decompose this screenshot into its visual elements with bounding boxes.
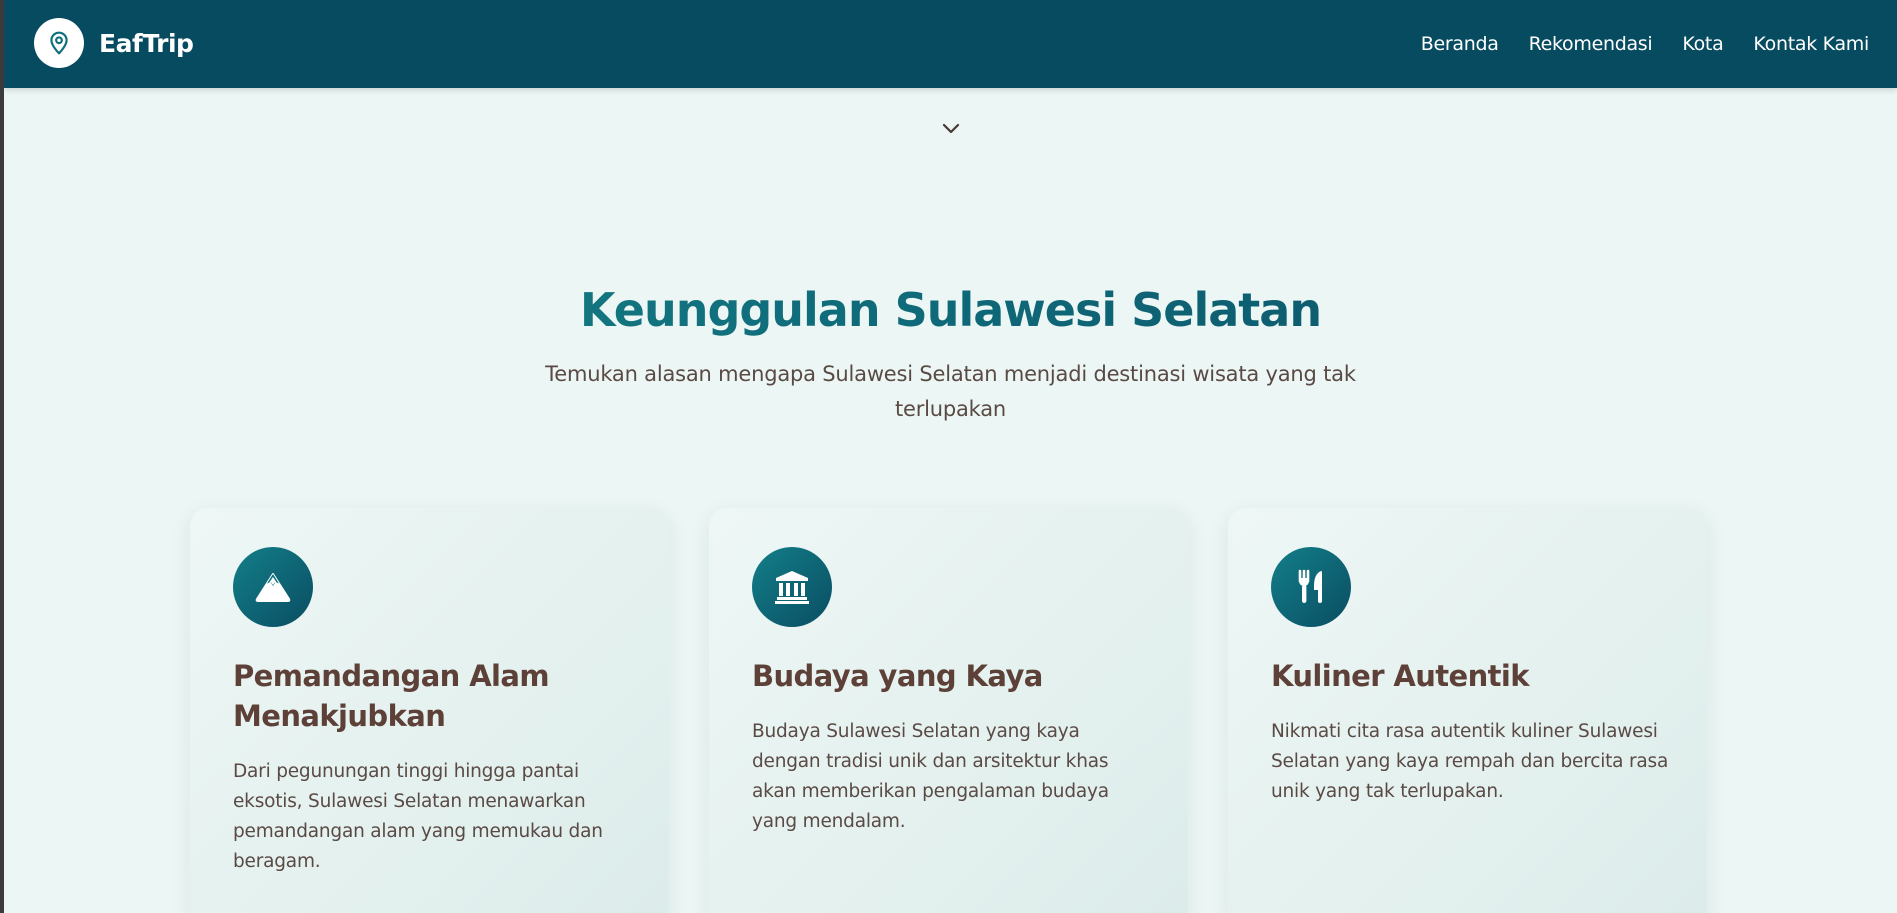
feature-card-culture: Budaya yang Kaya Budaya Sulawesi Selatan…	[709, 508, 1188, 913]
feature-card-culinary: Kuliner Autentik Nikmati cita rasa auten…	[1228, 508, 1707, 913]
card-text: Budaya Sulawesi Selatan yang kaya dengan…	[752, 721, 1109, 832]
section-subtitle-wrap: Temukan alasan mengapa Sulawesi Selatan …	[4, 357, 1897, 427]
card-text: Dari pegunungan tinggi hingga pantai eks…	[233, 761, 603, 872]
utensils-icon	[1271, 547, 1351, 627]
mountain-icon	[233, 547, 313, 627]
feature-card-nature: Pemandangan Alam Menakjubkan Dari pegunu…	[190, 508, 669, 913]
brand[interactable]: EafTrip	[34, 17, 194, 69]
card-title: Budaya yang Kaya	[752, 659, 1043, 693]
page: EafTrip Beranda Rekomendasi Kota Kontak …	[4, 0, 1897, 913]
map-pin-icon	[34, 18, 84, 68]
card-title: Kuliner Autentik	[1271, 659, 1530, 693]
nav-link-rekomendasi[interactable]: Rekomendasi	[1529, 33, 1653, 55]
nav-link-kontak-kami[interactable]: Kontak Kami	[1753, 33, 1869, 55]
chevron-down-icon[interactable]	[940, 120, 962, 136]
nav-links: Beranda Rekomendasi Kota Kontak Kami	[1421, 0, 1870, 88]
section-subtitle: Temukan alasan mengapa Sulawesi Selatan …	[545, 362, 1356, 421]
nav-link-kota[interactable]: Kota	[1682, 33, 1723, 55]
landmark-icon	[752, 547, 832, 627]
nav-link-beranda[interactable]: Beranda	[1421, 33, 1499, 55]
card-title: Pemandangan Alam Menakjubkan	[233, 659, 550, 733]
brand-name: EafTrip	[99, 28, 194, 58]
navbar: EafTrip Beranda Rekomendasi Kota Kontak …	[4, 0, 1897, 88]
section-title: Keunggulan Sulawesi Selatan	[4, 280, 1897, 340]
card-text: Nikmati cita rasa autentik kuliner Sulaw…	[1271, 721, 1669, 802]
